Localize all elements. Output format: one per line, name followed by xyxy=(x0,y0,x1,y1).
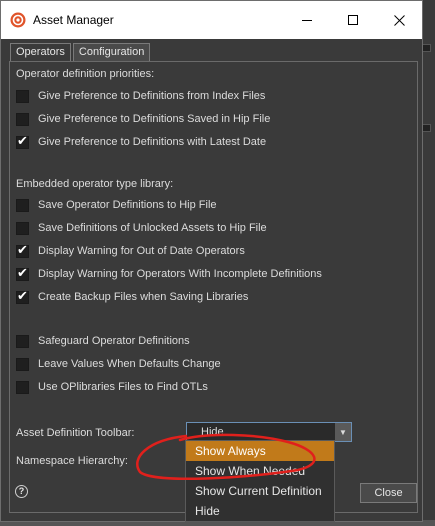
option-warning-incomplete[interactable]: ✔ Display Warning for Operators With Inc… xyxy=(16,266,322,282)
priorities-heading: Operator definition priorities: xyxy=(16,68,155,80)
checkbox[interactable] xyxy=(16,357,29,371)
help-icon[interactable]: ? xyxy=(15,485,28,498)
chevron-down-icon[interactable]: ▼ xyxy=(335,423,351,441)
option-save-definitions-hip[interactable]: Save Operator Definitions to Hip File xyxy=(16,197,217,213)
maximize-icon xyxy=(348,15,358,25)
dropdown-menu: Show Always Show When Needed Show Curren… xyxy=(185,440,335,522)
houdini-app-icon xyxy=(10,12,26,28)
option-label: Save Definitions of Unlocked Assets to H… xyxy=(38,222,267,234)
menu-item-show-current-definition[interactable]: Show Current Definition xyxy=(186,481,334,501)
tab-configuration[interactable]: Configuration xyxy=(72,43,151,61)
checkbox[interactable] xyxy=(16,112,29,126)
title-bar[interactable]: Asset Manager xyxy=(1,1,422,39)
option-save-unlocked-assets[interactable]: Save Definitions of Unlocked Assets to H… xyxy=(16,220,267,236)
option-label: Create Backup Files when Saving Librarie… xyxy=(38,291,249,303)
menu-item-show-when-needed[interactable]: Show When Needed xyxy=(186,461,334,481)
embedded-library-heading: Embedded operator type library: xyxy=(16,178,174,190)
minimize-button[interactable] xyxy=(284,1,330,39)
checkbox[interactable]: ✔ xyxy=(16,133,29,149)
asset-toolbar-dropdown[interactable]: Hide ▼ xyxy=(186,422,352,442)
checkbox[interactable]: ✔ xyxy=(16,242,29,258)
checkbox[interactable] xyxy=(16,334,29,348)
tab-bar: Operators Configuration xyxy=(10,43,152,61)
asset-toolbar-label: Asset Definition Toolbar: xyxy=(16,427,135,439)
option-label: Use OPlibraries Files to Find OTLs xyxy=(38,381,208,393)
option-leave-values[interactable]: Leave Values When Defaults Change xyxy=(16,356,221,372)
option-label: Give Preference to Definitions from Inde… xyxy=(38,90,266,102)
tab-operators[interactable]: Operators xyxy=(10,43,71,61)
dropdown-value: Hide xyxy=(201,426,224,438)
checkbox[interactable]: ✔ xyxy=(16,288,29,304)
checkmark-icon: ✔ xyxy=(17,265,28,281)
option-safeguard-definitions[interactable]: Safeguard Operator Definitions xyxy=(16,333,190,349)
option-backup-files[interactable]: ✔ Create Backup Files when Saving Librar… xyxy=(16,289,248,305)
checkbox[interactable] xyxy=(16,221,29,235)
checkmark-icon: ✔ xyxy=(17,242,28,258)
close-icon xyxy=(393,14,405,26)
option-label: Give Preference to Definitions with Late… xyxy=(38,136,267,148)
option-preference-latest-date[interactable]: ✔ Give Preference to Definitions with La… xyxy=(16,134,266,150)
option-preference-index-files[interactable]: Give Preference to Definitions from Inde… xyxy=(16,88,265,104)
checkbox[interactable] xyxy=(16,198,29,212)
option-warning-out-of-date[interactable]: ✔ Display Warning for Out of Date Operat… xyxy=(16,243,245,259)
menu-item-show-always[interactable]: Show Always xyxy=(186,441,334,461)
option-label: Leave Values When Defaults Change xyxy=(38,358,221,370)
maximize-button[interactable] xyxy=(330,1,376,39)
option-label: Display Warning for Out of Date Operator… xyxy=(38,245,245,257)
option-label: Give Preference to Definitions Saved in … xyxy=(38,113,271,125)
close-button[interactable]: Close xyxy=(360,483,417,503)
option-use-oplibraries[interactable]: Use OPlibraries Files to Find OTLs xyxy=(16,379,208,395)
window-title: Asset Manager xyxy=(33,13,114,27)
close-window-button[interactable] xyxy=(376,1,422,39)
menu-item-hide[interactable]: Hide xyxy=(186,501,334,521)
option-label: Save Operator Definitions to Hip File xyxy=(38,199,217,211)
minimize-icon xyxy=(302,19,312,21)
checkbox[interactable]: ✔ xyxy=(16,265,29,281)
checkbox[interactable] xyxy=(16,89,29,103)
option-preference-hip-file[interactable]: Give Preference to Definitions Saved in … xyxy=(16,111,270,127)
checkmark-icon: ✔ xyxy=(17,288,28,304)
checkbox[interactable] xyxy=(16,380,29,394)
option-label: Safeguard Operator Definitions xyxy=(38,335,190,347)
namespace-hierarchy-label: Namespace Hierarchy: xyxy=(16,455,128,467)
checkmark-icon: ✔ xyxy=(17,133,28,149)
option-label: Display Warning for Operators With Incom… xyxy=(38,268,322,280)
